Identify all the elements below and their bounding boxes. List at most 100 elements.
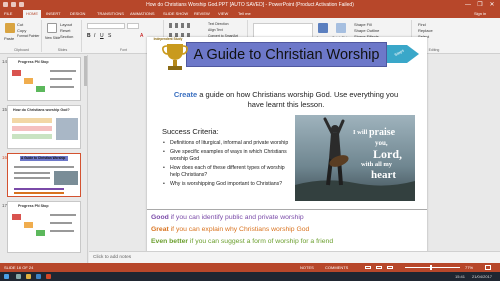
paste-icon[interactable] xyxy=(5,23,15,33)
success-criteria-list: Definitions of liturgical, informal and … xyxy=(163,140,291,191)
tab-design[interactable]: DESIGN xyxy=(70,10,85,18)
text-line xyxy=(14,177,50,179)
font-family-select[interactable] xyxy=(87,23,125,29)
tab-review[interactable]: REVIEW xyxy=(194,10,210,18)
worship-photo: I will praise you, Lord, with all my hea… xyxy=(295,115,415,201)
start-icon[interactable] xyxy=(4,274,9,279)
powerpoint-icon[interactable] xyxy=(46,274,51,279)
slide-thumbnail-selected[interactable]: A Guide to Christian Worship xyxy=(7,153,81,197)
taskbar: 15:41 21/04/2017 xyxy=(0,272,500,281)
paste-button[interactable]: Paste xyxy=(4,36,14,41)
slide-title: A Guide to Christian Worship xyxy=(193,47,380,63)
text-line xyxy=(12,118,52,123)
fit-to-window-icon[interactable] xyxy=(485,265,491,270)
text-line xyxy=(50,222,72,224)
clipboard-label: Clipboard xyxy=(14,48,29,52)
underline-button[interactable]: U xyxy=(100,33,104,39)
new-slide-button[interactable]: New Slide xyxy=(45,36,60,40)
font-color-button[interactable]: A xyxy=(140,33,143,39)
text-line xyxy=(12,126,52,131)
slide-thumbnail[interactable]: Progress PN Stop xyxy=(7,57,81,101)
quote-word: Lord, xyxy=(373,147,403,161)
bold-button[interactable]: B xyxy=(87,33,91,39)
slide-canvas[interactable]: A Guide to Christian Worship Independent… xyxy=(147,37,427,255)
italic-button[interactable]: I xyxy=(94,33,95,39)
quote-word: you, xyxy=(375,139,388,147)
font-size-select[interactable] xyxy=(127,23,139,29)
thumbnail-title: How do Christians worship God? xyxy=(13,108,70,112)
criterion-item: Definitions of liturgical, informal and … xyxy=(163,140,291,147)
new-slide-icon[interactable] xyxy=(47,23,57,33)
title-bar: How do Christians Worship God.PPT [AUTO … xyxy=(0,0,500,10)
trophy-icon xyxy=(162,44,188,70)
step-block xyxy=(24,222,33,228)
browser-icon[interactable] xyxy=(36,274,41,279)
status-bar: SLIDE 16 OF 24 NOTES COMMENTS 77% xyxy=(0,263,500,272)
level-keyword: Even better xyxy=(151,238,189,245)
window-controls[interactable]: — ❐ ✕ xyxy=(462,0,498,10)
text-line xyxy=(50,230,74,232)
slide-thumbnail[interactable]: Progress PN Stop xyxy=(7,201,81,253)
minimize-button[interactable]: — xyxy=(462,0,474,10)
layout-button[interactable]: Layout xyxy=(60,22,72,27)
normal-view-icon[interactable] xyxy=(365,266,371,269)
arrange-icon[interactable] xyxy=(318,23,328,33)
step-block xyxy=(24,78,33,84)
tab-insert[interactable]: INSERT xyxy=(46,10,61,18)
quote-word: praise xyxy=(369,127,396,138)
task-keyword: Create xyxy=(173,90,198,99)
format-painter-button[interactable]: Format Painter xyxy=(17,34,39,38)
text-line xyxy=(50,70,76,72)
notes-pane[interactable]: Click to add notes xyxy=(89,251,500,263)
text-direction-button[interactable]: Text Direction xyxy=(208,22,229,26)
zoom-level[interactable]: 77% xyxy=(465,263,473,272)
file-explorer-icon[interactable] xyxy=(26,274,31,279)
slide-thumbnails-pane[interactable]: 14 Progress PN Stop 15 How do Christians… xyxy=(0,55,88,272)
level-keyword: Great xyxy=(151,226,169,233)
quick-styles-icon[interactable] xyxy=(336,23,346,33)
close-button[interactable]: ✕ xyxy=(486,0,498,10)
align-text-button[interactable]: Align Text xyxy=(208,28,223,32)
sign-in-link[interactable]: Sign in xyxy=(474,10,486,18)
tab-home[interactable]: HOME xyxy=(23,10,41,18)
strikethrough-button[interactable]: S xyxy=(108,33,111,39)
shape-fill-button[interactable]: Shape Fill xyxy=(354,22,372,27)
slide-thumbnail[interactable]: How do Christians worship God? xyxy=(7,105,81,149)
section-button[interactable]: Section xyxy=(60,34,73,39)
text-line xyxy=(14,188,64,190)
copy-button[interactable]: Copy xyxy=(17,28,26,33)
success-criteria-heading: Success Criteria: xyxy=(162,127,219,136)
tell-me-search[interactable]: Tell me xyxy=(238,10,251,18)
slides-label: Slides xyxy=(57,48,68,52)
text-line xyxy=(14,172,50,174)
level-even-better: Even better if you can suggest a form of… xyxy=(151,238,333,245)
thumbnail-scrollbar[interactable] xyxy=(84,56,87,86)
thumbnail-title: Progress PN Stop xyxy=(18,204,49,208)
tab-view[interactable]: VIEW xyxy=(218,10,228,18)
comments-toggle[interactable]: COMMENTS xyxy=(325,263,348,272)
bullets-button[interactable] xyxy=(169,23,193,28)
slide-title-box[interactable]: A Guide to Christian Worship xyxy=(186,42,387,67)
zoom-slider-handle[interactable] xyxy=(430,265,432,270)
tab-slide-show[interactable]: SLIDE SHOW xyxy=(163,10,188,18)
level-keyword: Good xyxy=(151,214,169,221)
reset-button[interactable]: Reset xyxy=(60,28,70,33)
find-button[interactable]: Find xyxy=(418,22,426,27)
cut-button[interactable]: Cut xyxy=(17,22,23,27)
text-line xyxy=(50,86,74,88)
reading-view-icon[interactable] xyxy=(387,266,393,269)
thumbnail-image xyxy=(54,171,78,185)
notes-toggle[interactable]: NOTES xyxy=(300,263,314,272)
shape-outline-button[interactable]: Shape Outline xyxy=(354,28,379,33)
zoom-slider[interactable] xyxy=(405,267,460,268)
restore-button[interactable]: ❐ xyxy=(474,0,486,10)
tab-transitions[interactable]: TRANSITIONS xyxy=(97,10,124,18)
slide-sorter-icon[interactable] xyxy=(376,266,382,269)
tab-animations[interactable]: ANIMATIONS xyxy=(130,10,155,18)
thumbnail-title: Progress PN Stop xyxy=(18,60,49,64)
tab-file[interactable]: FILE xyxy=(4,10,12,18)
ribbon-tabs: FILE HOME INSERT DESIGN TRANSITIONS ANIM… xyxy=(0,10,500,18)
replace-button[interactable]: Replace xyxy=(418,28,433,33)
text-line xyxy=(14,192,64,194)
search-icon[interactable] xyxy=(16,274,21,279)
